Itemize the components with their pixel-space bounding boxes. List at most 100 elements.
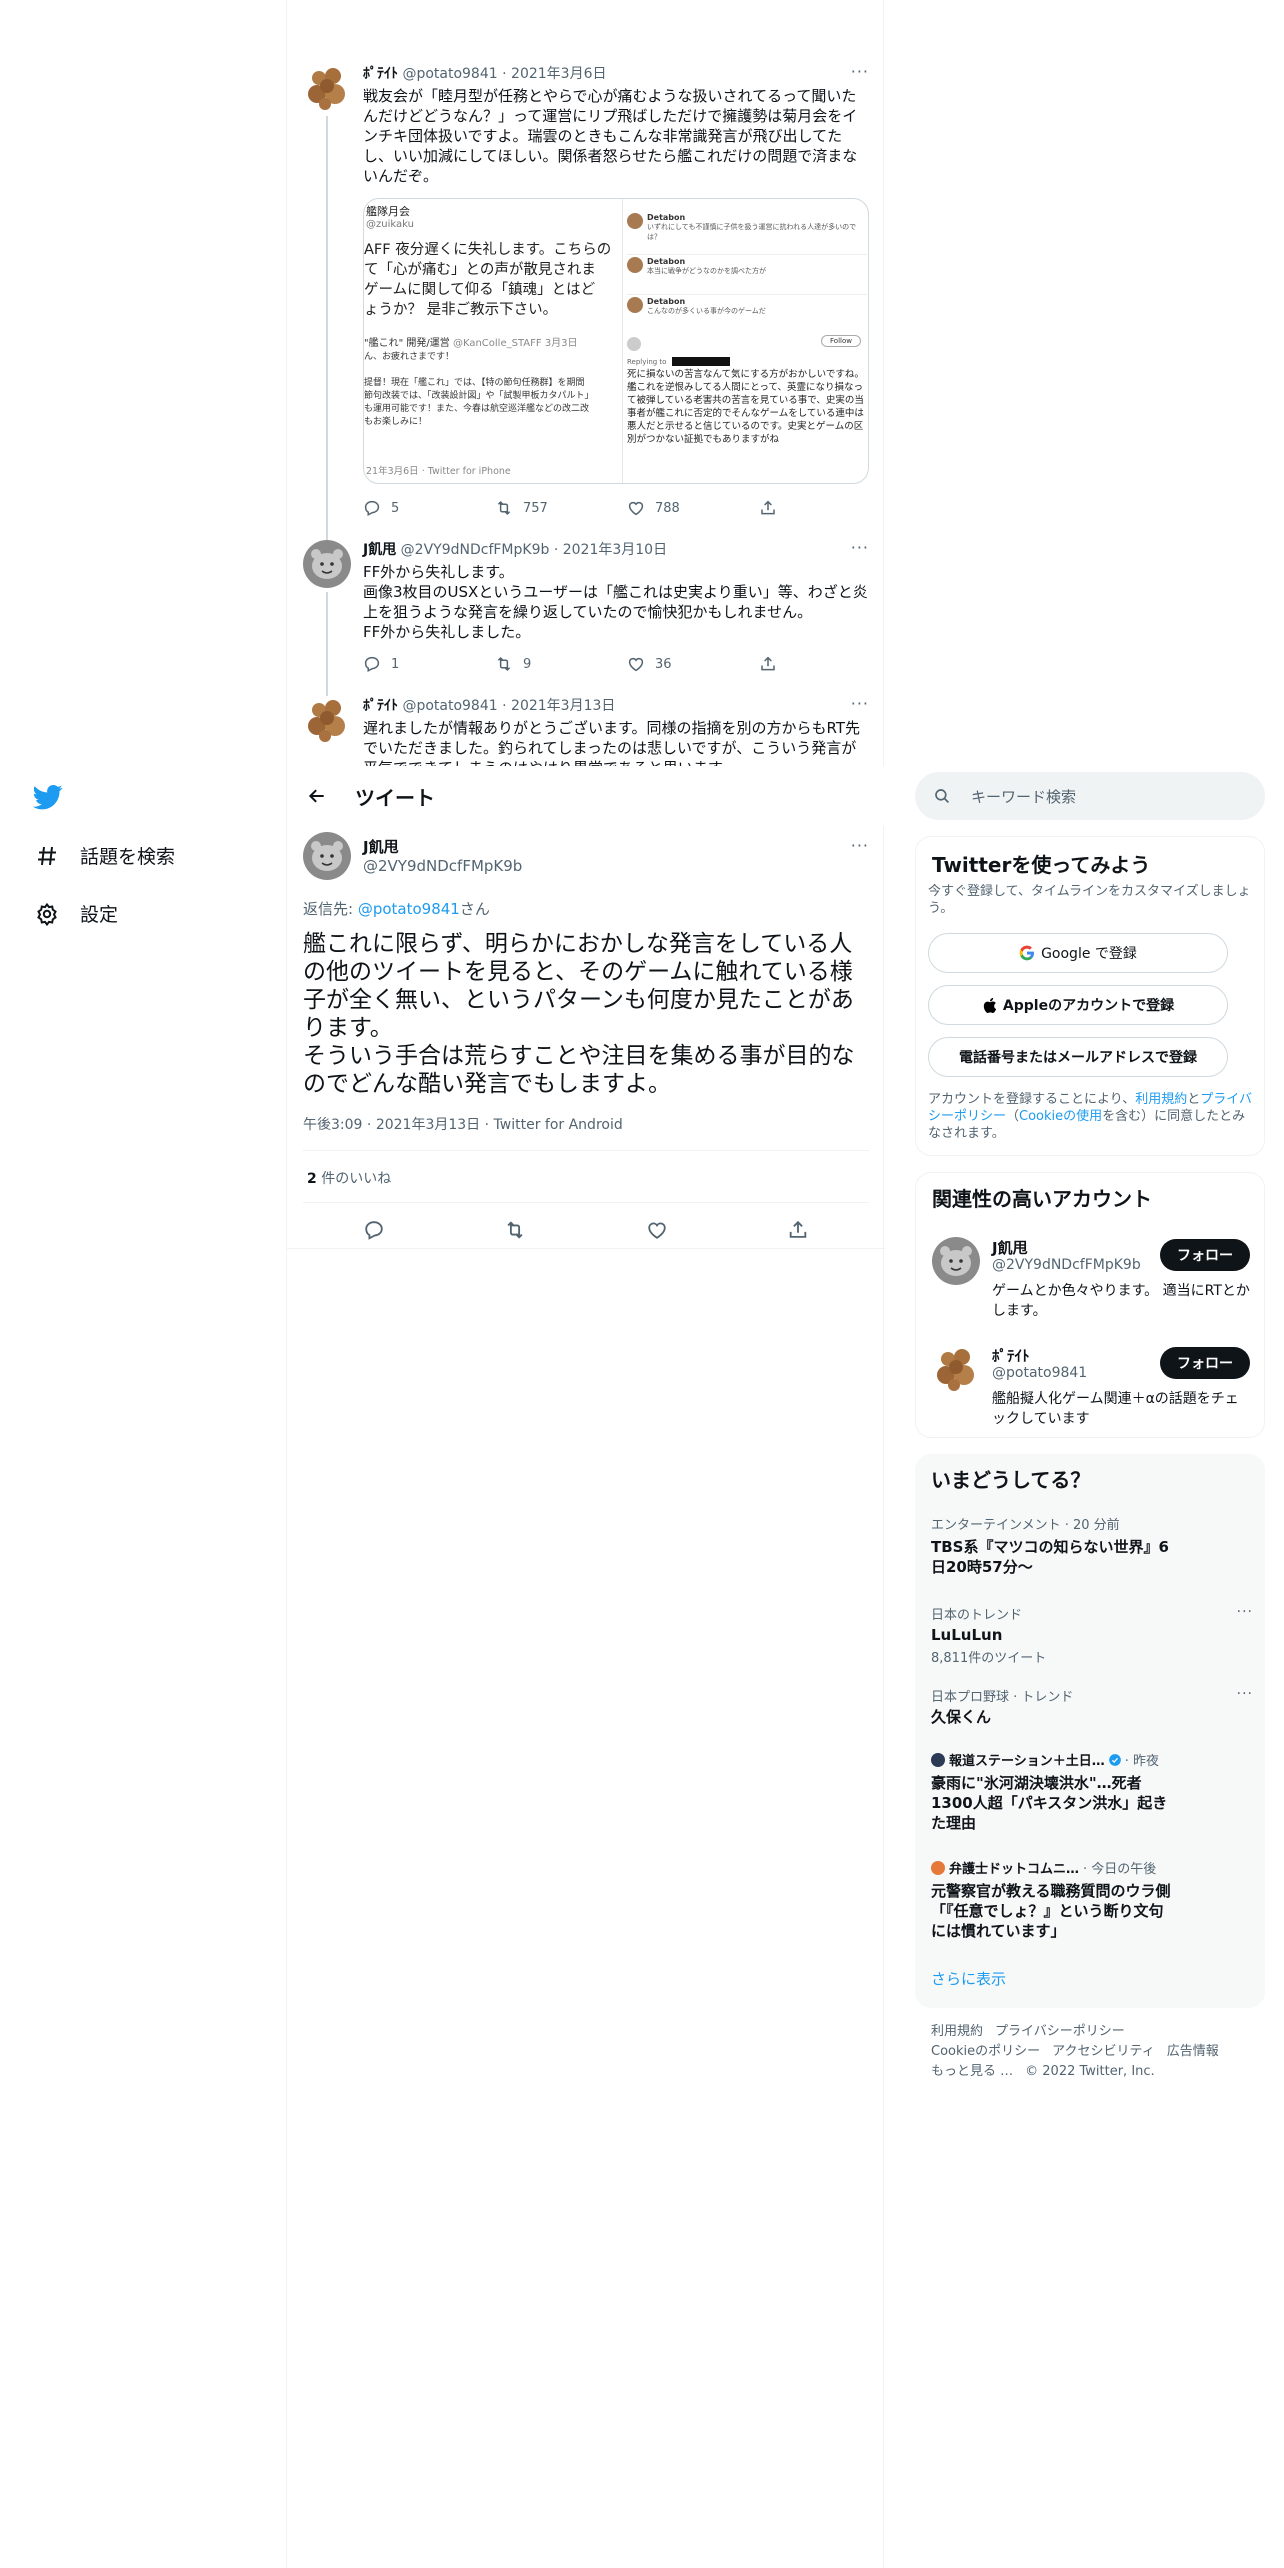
more-icon[interactable]: ··· [1237,1686,1253,1702]
like-count-link[interactable]: 2 件のいいね [307,1168,391,1188]
retweet-icon [497,656,511,672]
related-title: 関連性の高いアカウント [932,1187,1152,1211]
more-icon[interactable]: ··· [1237,1604,1253,1620]
footer-more-link[interactable]: もっと見る … [931,2064,1013,2079]
retweet-icon [497,500,511,516]
sidebar-item-explore[interactable]: 話題を検索 [34,842,175,869]
footer-cookie-link[interactable]: Cookieのポリシー [931,2044,1040,2059]
divider [303,1202,869,1203]
avatar[interactable] [303,540,351,588]
like-icon [628,657,644,672]
tweet-date[interactable]: 2021年3月6日 [511,66,606,82]
share-icon [761,500,775,515]
footer-terms-link[interactable]: 利用規約 [931,2024,983,2039]
tweet-date[interactable]: 2021年3月13日 [376,1117,480,1133]
author-handle[interactable]: @potato9841 [402,698,497,714]
avatar[interactable] [932,1345,980,1393]
more-icon[interactable]: ··· [851,64,869,80]
like-button[interactable]: 788 [627,498,759,518]
more-icon[interactable]: ··· [851,838,869,854]
tweet-body: ﾎﾟﾃｲﾄ @potato9841 · 2021年3月13日 ··· 遅れました… [363,696,869,766]
search-input[interactable]: キーワード検索 [915,772,1265,820]
retweet-button[interactable]: 9 [495,654,627,674]
reply-button[interactable]: 5 [363,498,495,518]
trend-item[interactable]: 報道ステーション＋土日… · 昨夜 豪雨に"氷河湖決壊洪水"…死者1300人超「… [931,1750,1249,1833]
share-button[interactable] [759,654,799,674]
tweet-meta: 午後3:09 · 2021年3月13日 · Twitter for Androi… [303,1117,623,1133]
tweet-date[interactable]: 2021年3月13日 [511,698,615,714]
signup-desc: 今すぐ登録して、タイムラインをカスタマイズしましょう。 [928,884,1251,916]
sidebar-item-label: 設定 [80,904,119,926]
avatar[interactable] [303,696,351,744]
author-handle[interactable]: @2VY9dNDcfFMpK9b [401,542,550,558]
tweet-client[interactable]: Twitter for Android [494,1117,623,1133]
author-name[interactable]: J飢甩 [363,542,396,558]
copyright: © 2022 Twitter, Inc. [1025,2064,1155,2079]
footer-accessibility-link[interactable]: アクセシビリティ [1052,2044,1155,2059]
author-name[interactable]: ﾎﾟﾃｲﾄ [363,66,398,82]
trends-title: いまどうしてる？ [931,1468,1091,1492]
media-screenshot-right: Detabon いずれにしても不謹慎に子供を扱う運営に抗われる人達が多いのでは？ … [622,199,868,483]
author-handle[interactable]: @2VY9dNDcfFMpK9b [363,857,522,875]
footer-privacy-link[interactable]: プライバシーポリシー [995,2024,1125,2039]
retweet-button[interactable] [504,1219,526,1245]
terms-link[interactable]: 利用規約 [1135,1092,1187,1107]
main-column: ﾎﾟﾃｲﾄ @potato9841 · 2021年3月6日 ··· 戦友会が「睦… [286,0,885,2568]
more-icon[interactable]: ··· [851,696,869,712]
thread-tweet[interactable]: J飢甩 @2VY9dNDcfFMpK9b · 2021年3月10日 ··· FF… [303,540,869,702]
reply-icon [365,1221,383,1240]
verified-icon [1108,1753,1121,1766]
google-signup-button[interactable]: Google で登録 [928,933,1228,973]
source-avatar [931,1860,945,1875]
cookie-link[interactable]: Cookieの使用 [1019,1109,1102,1124]
like-icon [628,501,644,516]
twitter-bird-icon[interactable] [32,782,64,812]
reply-button[interactable] [363,1219,385,1245]
avatar[interactable] [303,832,351,880]
trend-item[interactable]: 日本のトレンド LuLuLun 8,811件のツイート ··· [931,1604,1252,1666]
media-left-footer: 21年3月6日 · Twitter for iPhone [366,466,511,477]
tweet-time[interactable]: 午後3:09 [303,1117,362,1133]
avatar[interactable] [932,1237,980,1285]
related-account[interactable]: J飢甩 @2VY9dNDcfFMpK9b フォロー ゲームとか色々やります。 適… [932,1231,1250,1331]
trend-item[interactable]: 日本プロ野球 · トレンド 久保くん ··· [931,1686,1252,1727]
back-button[interactable] [289,786,345,806]
author-handle[interactable]: @potato9841 [402,66,497,82]
tweet-media-image[interactable]: 艦隊月会 @zuikaku AFF 夜分遅くに失礼します。こちらの て「心が痛む… [363,198,869,484]
tweet-text: 戦友会が「睦月型が任務とやらで心が痛むような扱いされてるって聞いたんだけどどうな… [363,87,858,185]
more-icon[interactable]: ··· [851,540,869,556]
author-name[interactable]: J飢甩 [363,836,522,857]
thread-tweet[interactable]: ﾎﾟﾃｲﾄ @potato9841 · 2021年3月6日 ··· 戦友会が「睦… [303,64,869,586]
share-button[interactable] [787,1219,809,1245]
signup-title: Twitterを使ってみよう [932,853,1151,877]
page-title: ツイート [355,785,435,810]
trend-item[interactable]: 弁護士ドットコムニ… · 今日の午後 元警察官が教える職務質問のウラ側「『任意で… [931,1858,1249,1941]
like-button[interactable]: 36 [627,654,759,674]
follow-button[interactable]: フォロー [1160,1347,1250,1379]
thread-tweet[interactable]: ﾎﾟﾃｲﾄ @potato9841 · 2021年3月13日 ··· 遅れました… [303,696,869,766]
tweet-text: 遅れましたが情報ありがとうございます。同様の指摘を別の方からもRT先でいただきま… [363,719,860,766]
search-icon [935,789,949,803]
author-name[interactable]: ﾎﾟﾃｲﾄ [363,698,398,714]
related-account[interactable]: ﾎﾟﾃｲﾄ @potato9841 フォロー 艦船擬人化ゲーム関連＋αの話題をチ… [932,1339,1250,1429]
sidebar-item-settings[interactable]: 設定 [34,900,118,927]
apple-signup-button[interactable]: Appleのアカウントで登録 [928,985,1228,1025]
tweet-body: J飢甩 @2VY9dNDcfFMpK9b · 2021年3月10日 ··· FF… [363,540,869,642]
retweet-button[interactable]: 757 [495,498,627,518]
avatar[interactable] [303,64,351,112]
tweet-actions: 1 9 36 [363,654,803,674]
follow-button[interactable]: フォロー [1160,1239,1250,1271]
avatar [627,297,643,313]
reply-button[interactable]: 1 [363,654,495,674]
footer-ads-link[interactable]: 広告情報 [1167,2044,1219,2059]
phone-email-signup-button[interactable]: 電話番号またはメールアドレスで登録 [928,1037,1228,1077]
reply-target-link[interactable]: @potato9841 [358,900,460,918]
show-more-link[interactable]: さらに表示 [931,1968,1006,1989]
trend-item[interactable]: エンターテインメント · 20 分前 TBS系『マツコの知らない世界』6日20時… [931,1514,1249,1577]
like-button[interactable] [646,1219,668,1245]
avatar [627,213,643,229]
footer-links: 利用規約 プライバシーポリシー Cookieのポリシー アクセシビリティ 広告情報 も… [931,2022,1261,2082]
share-button[interactable] [759,498,799,518]
reply-icon [364,500,380,516]
tweet-date[interactable]: 2021年3月10日 [563,542,667,558]
